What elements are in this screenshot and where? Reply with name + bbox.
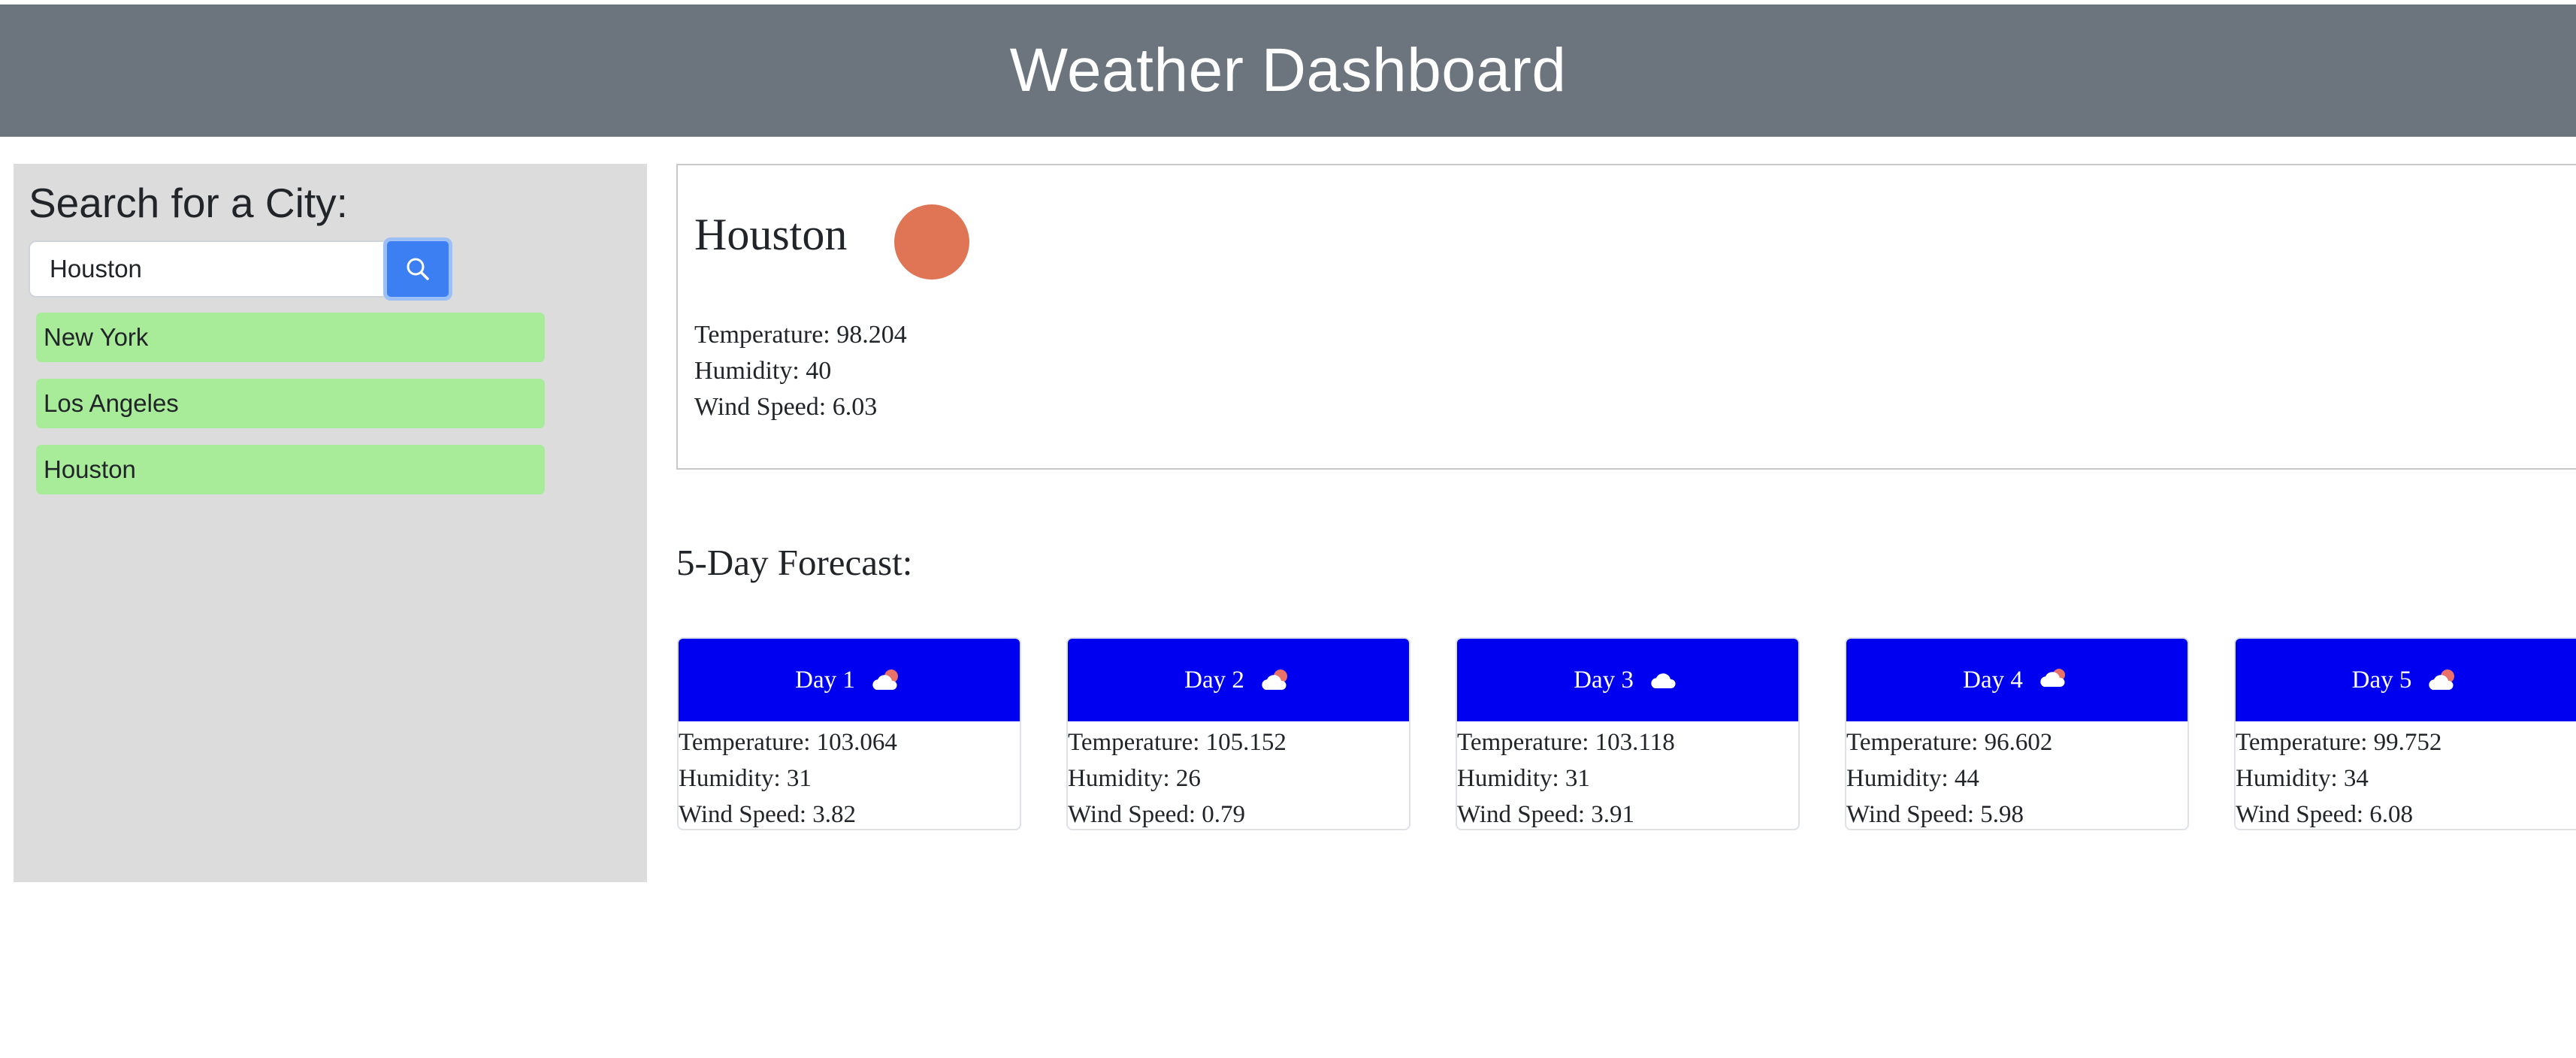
partly-cloudy-icon bbox=[2040, 669, 2065, 687]
cloud-icon bbox=[1651, 673, 1676, 688]
forecast-day-label: Day 1 bbox=[795, 666, 855, 694]
forecast-temperature: Temperature: 103.118 bbox=[1457, 729, 1675, 756]
current-wind-speed: Wind Speed: 6.03 bbox=[694, 393, 878, 421]
search-icon bbox=[407, 258, 429, 280]
forecast-day-label: Day 3 bbox=[1574, 666, 1634, 694]
forecast-card-body: Temperature: 105.152 Humidity: 26 Wind S… bbox=[1068, 721, 1409, 829]
forecast-wind-speed: Wind Speed: 0.79 bbox=[1068, 801, 1246, 828]
search-input[interactable] bbox=[29, 240, 383, 298]
forecast-day-label: Day 2 bbox=[1184, 666, 1244, 694]
forecast-temperature: Temperature: 103.064 bbox=[679, 729, 897, 756]
current-temperature: Temperature: 98.204 bbox=[694, 321, 907, 349]
forecast-title: 5-Day Forecast: bbox=[676, 542, 913, 583]
partly-cloudy-icon bbox=[872, 670, 898, 690]
forecast-card-body: Temperature: 99.752 Humidity: 34 Wind Sp… bbox=[2236, 721, 2576, 829]
search-panel: Search for a City: New York Los Angeles … bbox=[14, 164, 647, 882]
forecast-humidity: Humidity: 31 bbox=[1457, 765, 1590, 792]
forecast-card-day-1: Day 1 Temperature: 103.064 Humidity: 31 … bbox=[677, 637, 1021, 830]
forecast-card-header: Day 4 bbox=[1846, 639, 2187, 721]
forecast-card-day-4: Day 4 Temperature: 96.602 Humidity: 44 W… bbox=[1845, 637, 2189, 830]
forecast-wind-speed: Wind Speed: 6.08 bbox=[2236, 801, 2414, 828]
history-item-new-york[interactable]: New York bbox=[36, 313, 545, 362]
current-weather-stats: Temperature: 98.204 Humidity: 40 Wind Sp… bbox=[694, 317, 907, 425]
forecast-card-body: Temperature: 96.602 Humidity: 44 Wind Sp… bbox=[1846, 721, 2187, 829]
sun-icon bbox=[894, 204, 969, 280]
page-title: Weather Dashboard bbox=[1009, 36, 1567, 104]
forecast-humidity: Humidity: 31 bbox=[679, 765, 812, 792]
page-header: Weather Dashboard bbox=[0, 5, 2576, 137]
forecast-humidity: Humidity: 44 bbox=[1846, 765, 1979, 792]
forecast-card-body: Temperature: 103.064 Humidity: 31 Wind S… bbox=[679, 721, 1020, 829]
forecast-wind-speed: Wind Speed: 3.82 bbox=[679, 801, 857, 828]
partly-cloudy-icon bbox=[1262, 670, 1287, 690]
current-city-name: Houston bbox=[694, 210, 848, 259]
forecast-day-label: Day 4 bbox=[1963, 666, 2023, 694]
forecast-card-header: Day 1 bbox=[679, 639, 1020, 721]
forecast-humidity: Humidity: 34 bbox=[2236, 765, 2369, 792]
forecast-card-day-3: Day 3 Temperature: 103.118 Humidity: 31 … bbox=[1456, 637, 1800, 830]
forecast-card-header: Day 3 bbox=[1457, 639, 1798, 721]
current-weather-card: Houston Temperature: 98.204 Humidity: 40… bbox=[676, 164, 2576, 470]
search-heading: Search for a City: bbox=[29, 180, 348, 226]
forecast-card-day-2: Day 2 Temperature: 105.152 Humidity: 26 … bbox=[1066, 637, 1410, 830]
partly-cloudy-icon bbox=[2429, 670, 2455, 690]
forecast-card-body: Temperature: 103.118 Humidity: 31 Wind S… bbox=[1457, 721, 1798, 829]
forecast-card-header: Day 5 bbox=[2236, 639, 2576, 721]
forecast-temperature: Temperature: 96.602 bbox=[1846, 729, 2053, 756]
forecast-humidity: Humidity: 26 bbox=[1068, 765, 1201, 792]
forecast-temperature: Temperature: 105.152 bbox=[1068, 729, 1286, 756]
current-humidity: Humidity: 40 bbox=[694, 357, 832, 385]
history-item-houston[interactable]: Houston bbox=[36, 445, 545, 494]
forecast-wind-speed: Wind Speed: 3.91 bbox=[1457, 801, 1635, 828]
forecast-temperature: Temperature: 99.752 bbox=[2236, 729, 2442, 756]
forecast-card-day-5: Day 5 Temperature: 99.752 Humidity: 34 W… bbox=[2234, 637, 2576, 830]
history-item-los-angeles[interactable]: Los Angeles bbox=[36, 379, 545, 428]
forecast-card-header: Day 2 bbox=[1068, 639, 1409, 721]
search-button[interactable] bbox=[383, 237, 452, 301]
search-history-list: New York Los Angeles Houston bbox=[36, 313, 545, 511]
forecast-day-label: Day 5 bbox=[2351, 666, 2412, 694]
forecast-wind-speed: Wind Speed: 5.98 bbox=[1846, 801, 2024, 828]
